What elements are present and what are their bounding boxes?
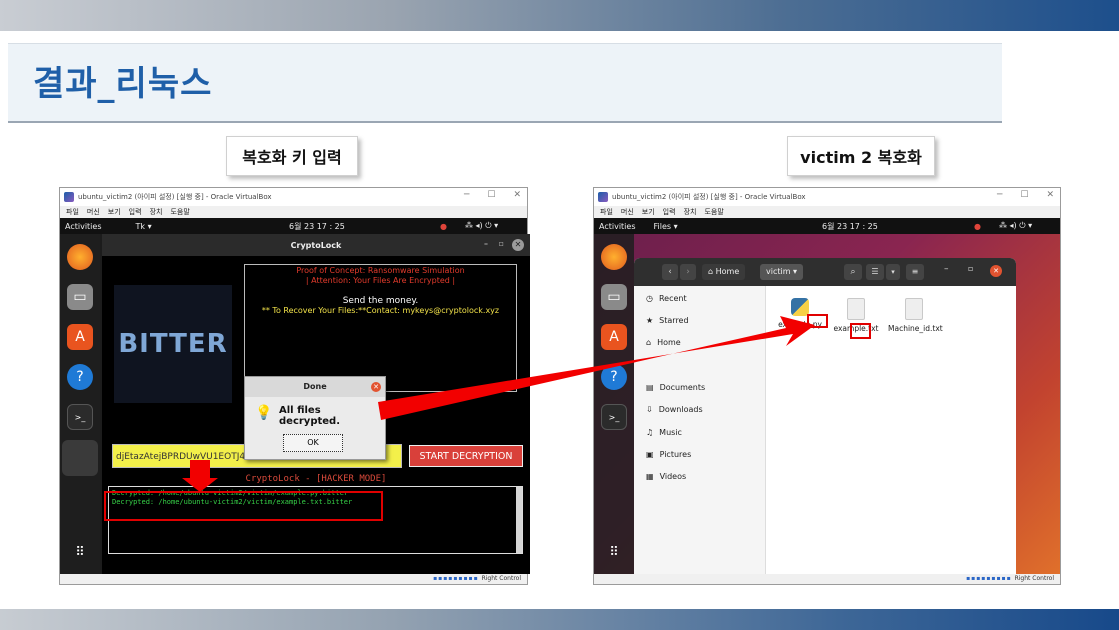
- right-arrow: [378, 316, 815, 420]
- down-arrow: [182, 460, 218, 492]
- annotation-arrows: [182, 316, 815, 492]
- slide-bottom-bar: [0, 609, 1119, 630]
